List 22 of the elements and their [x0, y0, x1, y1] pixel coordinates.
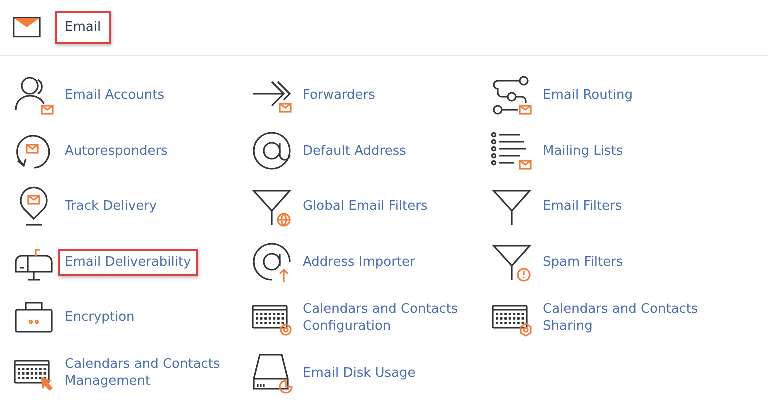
- feature-link[interactable]: Mailing Lists: [536, 138, 630, 165]
- feature-link[interactable]: Calendars and Contacts Management: [58, 351, 242, 396]
- at-sign-upload-icon: [250, 240, 294, 284]
- feature-link[interactable]: Autoresponders: [58, 138, 175, 165]
- section-title: Email: [55, 11, 112, 44]
- feature-link[interactable]: Calendars and Contacts Configuration: [296, 296, 480, 340]
- route-icon: [490, 74, 534, 118]
- feature-link[interactable]: Email Accounts: [58, 82, 172, 110]
- feature-link[interactable]: Global Email Filters: [296, 193, 435, 220]
- feature-link[interactable]: Spam Filters: [536, 248, 630, 276]
- feature-link[interactable]: Forwarders: [296, 82, 382, 110]
- feature-link[interactable]: Email Filters: [536, 193, 630, 220]
- feature-link[interactable]: Calendars and Contacts Sharing: [536, 296, 720, 340]
- envelope-icon: [13, 17, 41, 38]
- feature-link[interactable]: Email Routing: [536, 82, 640, 110]
- feature-link[interactable]: Track Delivery: [58, 193, 164, 220]
- drive-icon: [250, 351, 294, 396]
- feature-link[interactable]: Email Deliverability: [58, 248, 198, 276]
- feature-link[interactable]: Encryption: [58, 304, 142, 332]
- feature-link[interactable]: Address Importer: [296, 248, 422, 276]
- feature-link[interactable]: Default Address: [296, 138, 414, 165]
- feature-link[interactable]: Email Disk Usage: [296, 360, 423, 387]
